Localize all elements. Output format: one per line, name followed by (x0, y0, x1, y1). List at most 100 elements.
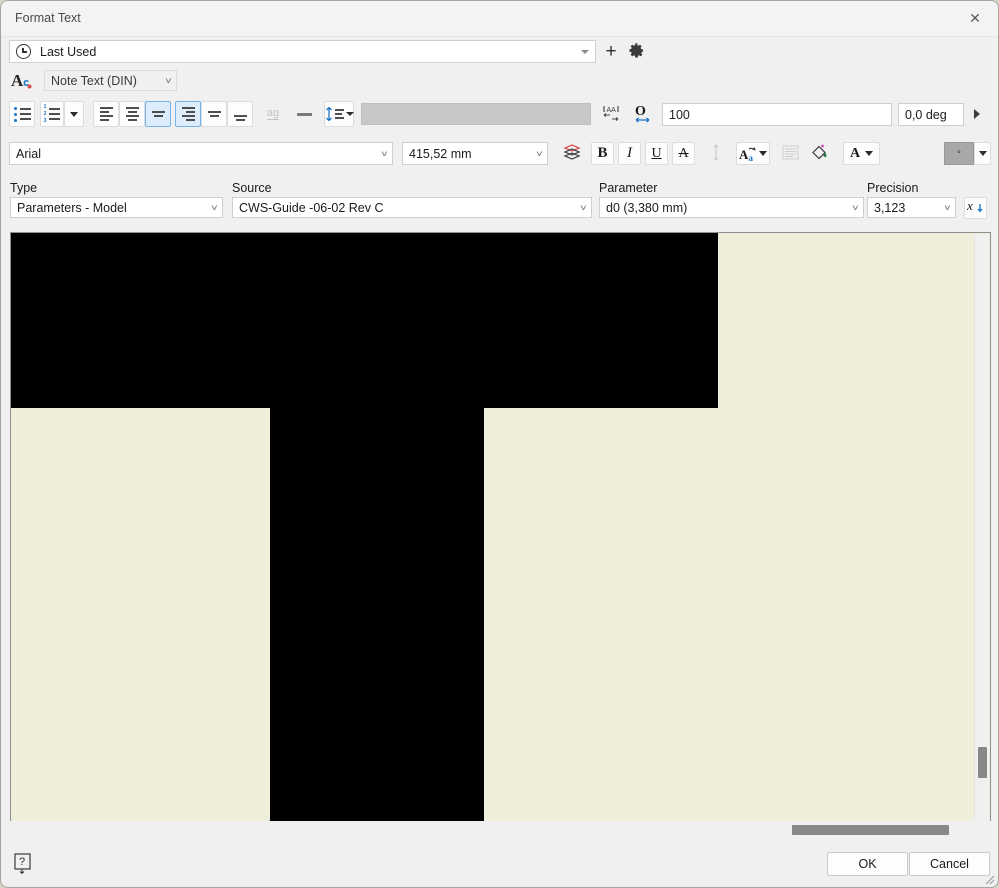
canvas-horizontal-scrollbar[interactable] (10, 821, 991, 839)
vertical-scroll-thumb[interactable] (978, 747, 987, 778)
svg-text:O: O (635, 104, 646, 119)
align-middle-button[interactable] (201, 101, 227, 127)
close-icon[interactable]: ✕ (952, 1, 998, 36)
bold-button[interactable]: B (591, 142, 614, 165)
italic-label: I (627, 145, 632, 161)
font-family-value: Arial (16, 146, 42, 161)
note-style-value: Note Text (DIN) (51, 73, 137, 88)
font-size-value: 415,52 mm (409, 146, 472, 161)
chevron-down-icon (581, 50, 589, 54)
numbered-list-button[interactable]: 123 (40, 101, 64, 127)
text-layers-button[interactable] (559, 141, 584, 166)
underline-label: U (651, 145, 662, 161)
strikethrough-label: A (678, 145, 689, 161)
chevron-down-icon (759, 151, 767, 156)
paragraph-toolbar: 123 ag AA O 100 0,0 deg (1, 101, 998, 131)
character-spacing-icon: AA (601, 103, 621, 126)
strikethrough-button[interactable]: A (672, 142, 695, 165)
chevron-down-icon: ˅ (535, 148, 543, 159)
horizontal-rule-button[interactable] (291, 101, 317, 127)
dialog-title: Format Text (15, 11, 81, 25)
type-label: Type (10, 181, 38, 195)
align-bottom-button[interactable] (227, 101, 253, 127)
svg-text:x: x (967, 198, 973, 213)
text-case-button[interactable]: A a (736, 142, 770, 165)
list-options-dropdown[interactable] (64, 101, 84, 127)
chevron-down-icon: ˅ (579, 202, 587, 213)
style-settings-button[interactable] (628, 42, 647, 61)
source-combo[interactable]: CWS-Guide -06-02 Rev C ˅ (232, 197, 592, 218)
spin-right-icon (974, 109, 980, 119)
help-icon: ? (14, 853, 34, 877)
align-middle-icon (207, 111, 221, 117)
underline-button[interactable]: U (645, 142, 668, 165)
italic-button[interactable]: I (618, 142, 641, 165)
ok-label: OK (858, 857, 877, 871)
plus-icon: + (605, 41, 617, 62)
help-button[interactable]: ? (14, 853, 34, 874)
type-value: Parameters - Model (17, 200, 127, 215)
horizontal-scroll-thumb[interactable] (792, 825, 949, 835)
ok-button[interactable]: OK (827, 852, 908, 876)
font-family-combo[interactable]: Arial ˅ (9, 142, 393, 165)
font-color-button[interactable]: A (843, 142, 880, 165)
horizontal-rule-icon (296, 112, 312, 116)
chevron-down-icon: ˅ (943, 202, 951, 213)
align-right-icon (181, 107, 195, 121)
redacted-region (11, 233, 718, 408)
note-style-combo[interactable]: Note Text (DIN) ˅ (44, 70, 177, 91)
clock-icon (16, 44, 31, 59)
fill-color-button[interactable] (807, 142, 832, 165)
rotation-input[interactable]: 0,0 deg (898, 103, 964, 126)
stretch-value-input[interactable]: 100 (662, 103, 892, 126)
add-style-button[interactable]: + (602, 42, 620, 61)
svg-text:A: A (739, 147, 749, 162)
precision-label: Precision (867, 181, 919, 195)
style-preset-combo[interactable]: Last Used (9, 40, 596, 63)
parameter-combo[interactable]: d0 (3,380 mm) ˅ (599, 197, 864, 218)
insert-parameter-button[interactable]: x (964, 197, 987, 219)
resize-grip[interactable] (983, 873, 995, 885)
font-size-combo[interactable]: 415,52 mm ˅ (402, 142, 548, 165)
change-case-icon: A a (739, 145, 767, 162)
parameter-value: d0 (3,380 mm) (606, 200, 688, 215)
superscript-subscript-button: ag (260, 101, 286, 127)
dialog-title-bar: Format Text ✕ (1, 1, 998, 37)
chevron-down-icon (865, 151, 874, 156)
canvas-vertical-scrollbar[interactable] (974, 234, 989, 828)
svg-text:a: a (749, 153, 754, 162)
text-frame-button (778, 142, 802, 165)
text-stretch-button[interactable]: O (631, 101, 655, 127)
chevron-down-icon (70, 111, 78, 117)
stretch-value: 100 (669, 107, 690, 122)
character-spacing-button[interactable]: AA (599, 101, 623, 127)
text-edit-canvas[interactable] (10, 232, 991, 830)
rotation-value: 0,0 deg (905, 107, 947, 122)
format-text-dialog: Format Text ✕ Last Used + A Note Text (D… (0, 0, 999, 888)
text-stretch-icon: O (632, 102, 654, 127)
align-top-button[interactable] (145, 101, 171, 127)
character-toolbar: Arial ˅ 415,52 mm ˅ B I U A A a A ° (1, 140, 998, 168)
svg-text:A: A (11, 71, 24, 90)
style-preset-value: Last Used (40, 44, 97, 59)
rotation-spin-button[interactable] (966, 101, 988, 127)
align-center-button[interactable] (119, 101, 145, 127)
align-left-button[interactable] (93, 101, 119, 127)
symbol-dropdown[interactable] (974, 142, 991, 165)
cancel-button[interactable]: Cancel (909, 852, 990, 876)
redacted-region (270, 407, 484, 829)
numbered-list-icon: 123 (44, 104, 61, 124)
source-label: Source (232, 181, 272, 195)
type-combo[interactable]: Parameters - Model ˅ (10, 197, 223, 218)
precision-combo[interactable]: 3,123 ˅ (867, 197, 956, 218)
align-right-button[interactable] (175, 101, 201, 127)
degree-icon: ° (957, 148, 961, 159)
chevron-down-icon: ˅ (164, 75, 172, 86)
bulleted-list-button[interactable] (9, 101, 35, 127)
symbol-button[interactable]: ° (944, 142, 974, 165)
paint-bucket-icon (810, 143, 829, 165)
cancel-label: Cancel (930, 857, 969, 871)
line-spacing-button[interactable] (324, 101, 354, 127)
precision-value: 3,123 (874, 200, 906, 215)
paragraph-spacing-field[interactable] (361, 103, 591, 125)
